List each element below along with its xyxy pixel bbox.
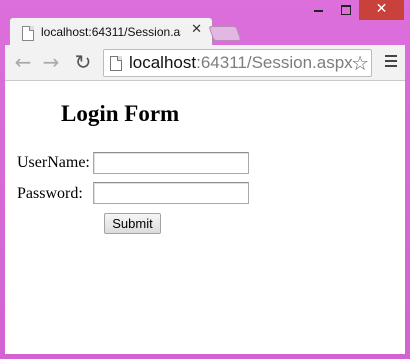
password-field[interactable] — [93, 182, 249, 204]
password-label: Password: — [17, 185, 83, 202]
page-title: Login Form — [61, 101, 180, 126]
url-host: localhost — [129, 53, 197, 72]
new-tab-button[interactable] — [208, 26, 242, 41]
submit-button[interactable]: Submit — [104, 213, 161, 234]
username-field[interactable] — [93, 152, 249, 174]
close-window-button[interactable]: ✕ — [359, 0, 404, 20]
close-icon: ✕ — [375, 1, 388, 17]
page-icon — [110, 56, 122, 71]
minimize-icon — [314, 10, 323, 12]
minimize-button[interactable] — [305, 0, 332, 20]
maximize-button[interactable] — [332, 0, 359, 20]
hamburger-menu-icon[interactable] — [385, 55, 397, 68]
reload-icon[interactable]: ↻ — [71, 50, 95, 74]
page-content: Login Form UserName: Password: Submit — [5, 81, 405, 354]
browser-window: ✕ localhost:64311/Session.aspx ✕ ← → ↻ l… — [0, 0, 410, 359]
tab-close-icon[interactable]: ✕ — [191, 22, 202, 37]
page-icon — [22, 26, 34, 41]
bookmark-star-icon[interactable]: ☆ — [351, 51, 369, 75]
url-text: localhost:64311/Session.aspx — [129, 53, 353, 73]
url-path: :64311/Session.aspx — [196, 53, 353, 72]
browser-toolbar: ← → ↻ localhost:64311/Session.aspx ☆ — [5, 45, 405, 81]
browser-tab[interactable]: localhost:64311/Session.aspx ✕ — [9, 17, 213, 46]
window-controls: ✕ — [305, 0, 404, 20]
address-bar[interactable]: localhost:64311/Session.aspx ☆ — [103, 49, 372, 77]
maximize-icon — [341, 5, 351, 15]
forward-arrow-icon[interactable]: → — [39, 50, 63, 74]
back-arrow-icon[interactable]: ← — [11, 50, 35, 74]
tab-title: localhost:64311/Session.aspx — [41, 25, 181, 39]
username-label: UserName: — [17, 154, 90, 171]
